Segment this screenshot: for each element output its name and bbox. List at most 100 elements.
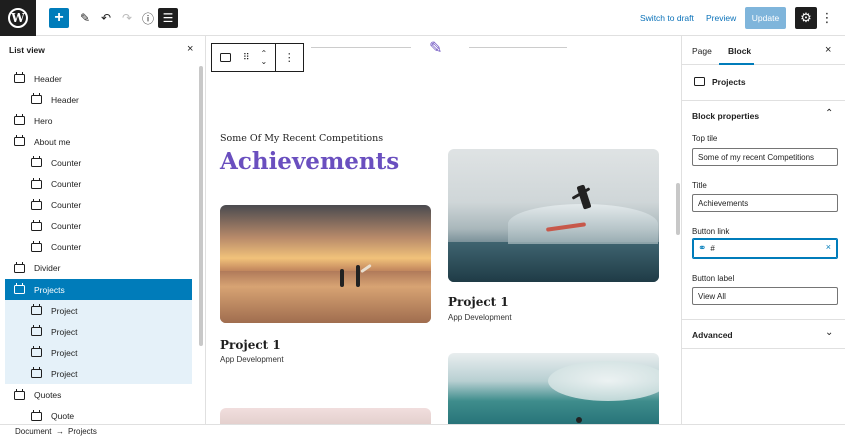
editor-canvas: ✎ ⠿ ⌃ ⌄ ⋮ Some Of My Recent Competitions … <box>207 36 681 424</box>
editor-top-toolbar: W + ✎ ↶ ↷ ⓘ ☰ Switch to draft Preview Up… <box>0 0 845 36</box>
list-view-item[interactable]: Divider <box>5 258 192 279</box>
list-view-item-label: Counter <box>51 157 82 168</box>
title-value: Achievements <box>698 198 749 208</box>
block-properties-toggle[interactable]: Block properties <box>692 111 759 121</box>
button-link-field[interactable]: ⚭ # × <box>692 238 838 259</box>
list-view-panel: List view × Header Header Hero About me Coun… <box>0 36 206 424</box>
list-view-item[interactable]: About me <box>5 131 192 152</box>
list-view-item-label: Project <box>51 326 78 337</box>
list-view-item[interactable]: Counter <box>5 174 192 195</box>
block-card: Projects <box>682 66 845 101</box>
tab-page[interactable]: Page <box>692 46 712 56</box>
list-view-scrollbar[interactable] <box>199 66 203 346</box>
block-icon <box>31 93 42 105</box>
block-icon <box>14 283 25 294</box>
breadcrumb-projects[interactable]: Projects <box>68 427 97 436</box>
chevron-up-icon[interactable]: ⌃ <box>825 108 833 119</box>
list-view-item[interactable]: Hero <box>5 110 192 131</box>
project-image-partial[interactable] <box>220 408 431 424</box>
list-view-item-label: Project <box>51 347 78 358</box>
undo-icon[interactable]: ↶ <box>96 8 116 28</box>
more-options-icon[interactable]: ⋮ <box>821 8 834 28</box>
block-icon <box>31 367 42 379</box>
block-type-icon[interactable] <box>212 44 239 71</box>
top-title-label: Top tile <box>692 134 718 143</box>
list-view-item-label: Project <box>51 305 78 316</box>
drag-handle-icon[interactable]: ⠿ <box>239 44 253 71</box>
list-view-item-label: Counter <box>51 200 82 211</box>
preview-button[interactable]: Preview <box>706 13 736 23</box>
title-label: Title <box>692 181 707 190</box>
block-icon <box>31 219 42 231</box>
button-link-value: # <box>710 244 715 253</box>
project-name[interactable]: Project 1 <box>220 338 281 352</box>
add-block-button[interactable]: + <box>49 8 69 28</box>
projects-heading[interactable]: Achievements <box>220 148 399 175</box>
projects-top-title[interactable]: Some Of My Recent Competitions <box>220 133 383 144</box>
list-view-item[interactable]: Header <box>5 89 192 110</box>
block-icon <box>31 198 42 210</box>
button-label-value: View All <box>698 291 726 301</box>
block-options-icon[interactable]: ⋮ <box>276 44 303 71</box>
switch-to-draft-button[interactable]: Switch to draft <box>640 13 694 23</box>
list-view-item[interactable]: Projects <box>5 279 192 300</box>
list-view-item-label: Hero <box>34 115 53 126</box>
update-button[interactable]: Update <box>745 7 786 29</box>
canvas-scrollbar[interactable] <box>676 183 680 235</box>
list-view-item[interactable]: Counter <box>5 152 192 173</box>
details-info-icon[interactable]: ⓘ <box>138 8 158 28</box>
list-view-item[interactable]: Project <box>5 363 192 385</box>
list-view-item[interactable]: Counter <box>5 237 192 258</box>
close-icon[interactable]: × <box>825 44 831 56</box>
link-icon: ⚭ <box>698 243 707 254</box>
list-view-item[interactable]: Header <box>5 68 192 89</box>
project-image-green-wave[interactable] <box>448 353 659 424</box>
button-label-field[interactable]: View All <box>692 287 838 305</box>
clear-link-icon[interactable]: × <box>826 242 831 252</box>
edit-tools-icon[interactable]: ✎ <box>75 8 95 28</box>
block-icon <box>14 72 25 83</box>
advanced-panel-toggle[interactable]: Advanced <box>692 330 733 340</box>
wordpress-logo-button[interactable]: W <box>0 0 36 36</box>
breadcrumb-document[interactable]: Document <box>15 427 51 436</box>
divider-line-right <box>469 47 567 48</box>
panel-divider <box>682 348 845 349</box>
project-category[interactable]: App Development <box>220 355 284 364</box>
project-category[interactable]: App Development <box>448 313 512 322</box>
block-icon <box>14 261 25 273</box>
list-view-item[interactable]: Counter <box>5 216 192 237</box>
list-view-item[interactable]: Quotes <box>5 385 192 406</box>
tab-block[interactable]: Block <box>728 46 751 56</box>
list-view-item[interactable]: Counter <box>5 195 192 216</box>
list-view-toggle-button[interactable]: ☰ <box>158 8 178 28</box>
block-icon <box>14 135 25 147</box>
block-icon <box>31 409 42 421</box>
block-icon <box>14 114 25 126</box>
block-toolbar: ⠿ ⌃ ⌄ ⋮ <box>211 43 304 72</box>
settings-gear-icon[interactable]: ⚙ <box>795 7 817 29</box>
list-view-header: List view × <box>0 36 206 64</box>
top-title-value: Some of my recent Competitions <box>698 152 815 162</box>
list-view-item-label: Counter <box>51 221 82 232</box>
top-title-field[interactable]: Some of my recent Competitions <box>692 148 838 166</box>
block-icon <box>31 346 42 358</box>
list-view-item[interactable]: Project <box>5 321 192 343</box>
list-view-item-label: Divider <box>34 263 61 274</box>
breadcrumb-arrow-icon: → <box>56 427 64 436</box>
divider-line-left <box>311 47 411 48</box>
block-icon <box>31 304 42 316</box>
list-view-item-label: Header <box>34 73 62 84</box>
move-up-down-icon[interactable]: ⌃ ⌄ <box>253 44 275 71</box>
project-name[interactable]: Project 1 <box>448 295 509 309</box>
settings-sidebar: Page Block × Projects Block properties ⌃… <box>681 36 845 424</box>
project-image-surfer-wave[interactable] <box>448 149 659 282</box>
redo-icon[interactable]: ↷ <box>117 8 137 28</box>
list-view-item[interactable]: Project <box>5 300 192 322</box>
chevron-down-icon[interactable]: ⌄ <box>825 327 833 338</box>
list-view-item[interactable]: Project <box>5 342 192 364</box>
close-icon[interactable]: × <box>187 43 193 55</box>
project-image-sunset-beach[interactable] <box>220 205 431 323</box>
list-view-item-label: Counter <box>51 242 82 253</box>
block-icon <box>31 156 42 168</box>
title-field[interactable]: Achievements <box>692 194 838 212</box>
